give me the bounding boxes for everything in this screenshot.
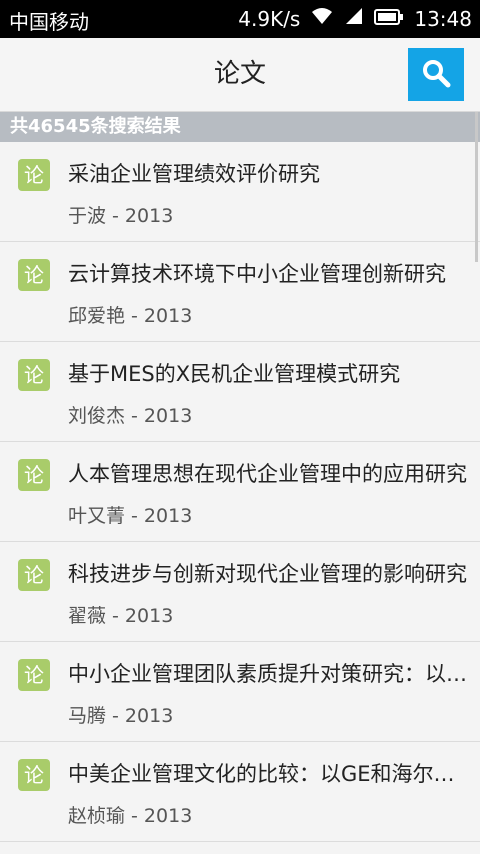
search-icon	[421, 58, 451, 92]
network-speed: 4.9K/s	[238, 6, 301, 31]
paper-author-year: 赵桢瑜 - 2013	[68, 805, 193, 827]
search-button[interactable]	[408, 48, 464, 101]
paper-title: 中小企业管理团队素质提升对策研究：以…	[68, 662, 467, 686]
paper-author-year: 于波 - 2013	[68, 205, 174, 227]
carrier-name: 中国移动	[9, 10, 89, 34]
paper-author-year: 马腾 - 2013	[68, 705, 174, 727]
list-item[interactable]: 论 云计算技术环境下中小企业管理创新研究 邱爱艳 - 2013	[0, 242, 480, 342]
list-item[interactable]: 论 人本管理思想在现代企业管理中的应用研究 叶又菁 - 2013	[0, 442, 480, 542]
wifi-icon	[310, 6, 334, 31]
paper-title: 中美企业管理文化的比较：以GE和海尔为例	[68, 762, 474, 786]
paper-icon: 论	[18, 159, 50, 191]
paper-title: 采油企业管理绩效评价研究	[68, 162, 320, 186]
clock: 13:48	[414, 6, 472, 31]
status-right: 4.9K/s 13:48	[238, 6, 472, 31]
paper-title: 基于MES的X民机企业管理模式研究	[68, 362, 401, 386]
battery-icon	[374, 7, 404, 31]
list-item[interactable]: 论 中小企业管理团队素质提升对策研究：以… 马腾 - 2013	[0, 642, 480, 742]
result-count-bar: 共46545条搜索结果	[0, 112, 480, 142]
paper-icon: 论	[18, 359, 50, 391]
paper-author-year: 邱爱艳 - 2013	[68, 305, 193, 327]
app-header: 论文	[0, 38, 480, 112]
paper-title: 云计算技术环境下中小企业管理创新研究	[68, 262, 446, 286]
list-item[interactable]: 论 基于MES的X民机企业管理模式研究 刘俊杰 - 2013	[0, 342, 480, 442]
list-item[interactable]: 论 采油企业管理绩效评价研究 于波 - 2013	[0, 142, 480, 242]
paper-icon: 论	[18, 459, 50, 491]
paper-author-year: 刘俊杰 - 2013	[68, 405, 193, 427]
paper-author-year: 叶又菁 - 2013	[68, 505, 193, 527]
paper-icon: 论	[18, 559, 50, 591]
paper-icon: 论	[18, 659, 50, 691]
paper-title: 人本管理思想在现代企业管理中的应用研究	[68, 462, 467, 486]
list-item[interactable]: 论 中美企业管理文化的比较：以GE和海尔为例 赵桢瑜 - 2013	[0, 742, 480, 842]
signal-icon	[344, 6, 364, 31]
status-bar: 中国移动 4.9K/s 13:48	[0, 0, 480, 38]
paper-list: 论 采油企业管理绩效评价研究 于波 - 2013 论 云计算技术环境下中小企业管…	[0, 142, 480, 854]
paper-icon: 论	[18, 759, 50, 791]
paper-icon: 论	[18, 259, 50, 291]
list-item[interactable]: 论 科技进步与创新对现代企业管理的影响研究 翟薇 - 2013	[0, 542, 480, 642]
paper-author-year: 翟薇 - 2013	[68, 605, 174, 627]
paper-title: 科技进步与创新对现代企业管理的影响研究	[68, 562, 467, 586]
scrollbar[interactable]	[475, 112, 478, 262]
